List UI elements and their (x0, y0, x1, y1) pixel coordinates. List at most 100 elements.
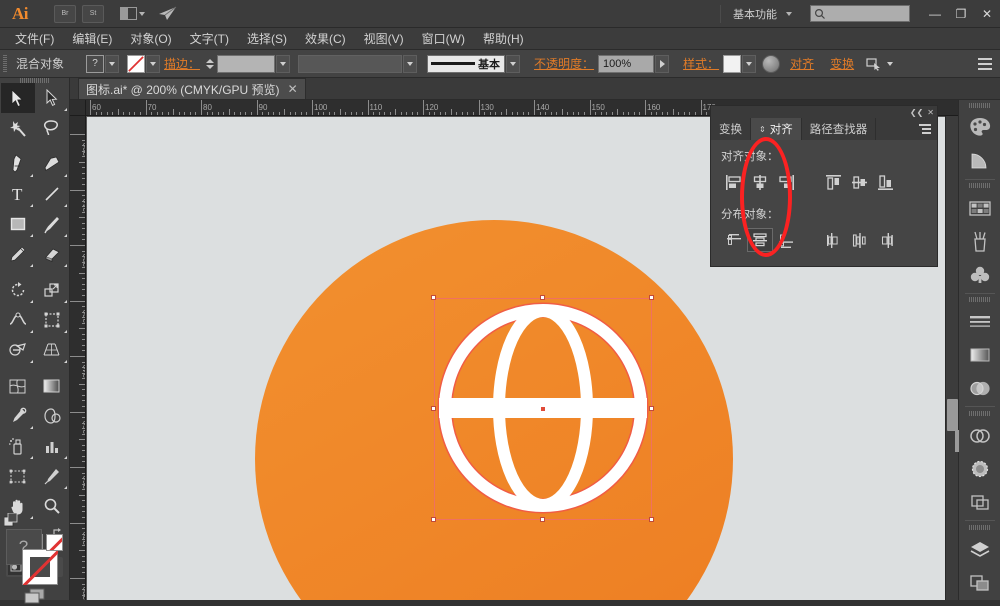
brushes-panel-icon[interactable] (963, 225, 997, 258)
default-fill-stroke-icon[interactable] (3, 512, 18, 527)
paintbrush-tool[interactable] (35, 209, 69, 239)
brush-definition-dropdown[interactable] (506, 54, 521, 73)
scale-tool[interactable] (35, 275, 69, 305)
graphic-style-dropdown[interactable] (742, 54, 757, 73)
selection-handle-tc[interactable] (540, 295, 545, 300)
distribute-bottom-button[interactable] (773, 228, 799, 252)
swatches-panel-icon[interactable] (963, 191, 997, 224)
arrange-documents-button[interactable] (117, 7, 147, 20)
curvature-tool[interactable] (35, 149, 69, 179)
dock-group-2-grip[interactable] (959, 181, 1000, 192)
dock-group-5-grip[interactable] (959, 522, 1000, 533)
magic-wand-tool[interactable] (1, 113, 35, 143)
stroke-weight-dropdown[interactable] (276, 54, 291, 73)
change-screen-mode-button[interactable] (22, 587, 48, 606)
opacity-label[interactable]: 不透明度： (530, 55, 598, 72)
behance-publish-button[interactable] (157, 4, 179, 24)
color-swatch-none[interactable] (46, 534, 63, 551)
recolor-artwork-button[interactable] (762, 54, 781, 73)
selection-handle-bc[interactable] (540, 517, 545, 522)
column-graph-tool[interactable] (35, 431, 69, 461)
tab-pathfinder[interactable]: 路径查找器 (802, 118, 877, 140)
color-guide-panel-icon[interactable] (963, 144, 997, 177)
menu-window[interactable]: 窗口(W) (413, 28, 474, 50)
align-vertical-center-button[interactable] (847, 170, 873, 194)
selection-handle-bl[interactable] (431, 517, 436, 522)
shape-tool-dropdown[interactable] (883, 55, 897, 73)
menu-file[interactable]: 文件(F) (6, 28, 63, 50)
selection-tool[interactable] (0, 83, 35, 113)
stroke-profile-dropdown[interactable] (403, 54, 418, 73)
opacity-field[interactable]: 100% (598, 54, 655, 73)
type-tool[interactable]: T (1, 179, 35, 209)
gradient-tool[interactable] (35, 371, 69, 401)
stroke-swatch-dropdown[interactable] (146, 54, 161, 73)
panel-close-icon[interactable]: ✕ (927, 108, 934, 117)
style-label[interactable]: 样式： (679, 55, 723, 72)
align-link[interactable]: 对齐 (786, 55, 818, 72)
menu-type[interactable]: 文字(T) (181, 28, 238, 50)
eraser-tool[interactable] (35, 239, 69, 269)
vertical-ruler[interactable]: 300 310 320 330 340 350 360 370 380 (70, 116, 86, 600)
zoom-tool[interactable] (35, 491, 69, 521)
blend-tool[interactable] (35, 401, 69, 431)
perspective-grid-tool[interactable] (35, 335, 69, 365)
graphic-style-swatch[interactable] (723, 54, 742, 73)
stroke-weight-field[interactable] (217, 54, 276, 73)
gradient-panel-icon[interactable] (963, 339, 997, 372)
layers-panel-icon[interactable] (963, 533, 997, 566)
align-bottom-edge-button[interactable] (873, 170, 899, 194)
align-top-edge-button[interactable] (821, 170, 847, 194)
bridge-button[interactable]: Br (54, 4, 76, 23)
symbols-panel-icon[interactable] (963, 258, 997, 291)
selection-handle-tr[interactable] (649, 295, 654, 300)
align-horizontal-center-button[interactable] (747, 170, 773, 194)
direct-selection-tool[interactable] (35, 83, 69, 113)
shape-tool-icon[interactable] (866, 57, 882, 71)
control-panel-menu-icon[interactable] (978, 57, 992, 70)
fill-swatch-dropdown[interactable] (105, 54, 120, 73)
slice-tool[interactable] (35, 461, 69, 491)
workspace-switcher[interactable]: 基本功能 (720, 4, 800, 23)
color-panel-icon[interactable] (963, 111, 997, 144)
dock-group-4-grip[interactable] (959, 408, 1000, 419)
artboards-panel-icon[interactable] (963, 567, 997, 600)
selection-handle-br[interactable] (649, 517, 654, 522)
selection-handle-ml[interactable] (431, 406, 436, 411)
dock-group-3-grip[interactable] (959, 295, 1000, 306)
restore-button[interactable]: ❐ (948, 0, 974, 28)
fill-swatch[interactable]: ? (86, 54, 105, 73)
canvas-vertical-scroll-thumb[interactable] (947, 399, 958, 431)
stroke-label[interactable]: 描边： (160, 55, 204, 72)
appearance-panel-icon[interactable] (963, 419, 997, 452)
align-right-edge-button[interactable] (773, 170, 799, 194)
pathfinder-panel-icon[interactable] (963, 486, 997, 519)
distribute-top-button[interactable] (721, 228, 747, 252)
menu-help[interactable]: 帮助(H) (474, 28, 533, 50)
dock-group-1-grip[interactable] (959, 100, 1000, 111)
opacity-dropdown[interactable] (655, 54, 670, 73)
transform-link[interactable]: 变换 (826, 55, 858, 72)
document-tab[interactable]: 图标.ai* @ 200% (CMYK/GPU 预览) ✕ (78, 78, 306, 99)
graphic-styles-panel-icon[interactable] (963, 453, 997, 486)
document-tab-close-icon[interactable]: ✕ (288, 82, 298, 96)
rotate-tool[interactable] (1, 275, 35, 305)
stroke-profile-field[interactable] (298, 54, 403, 73)
brush-definition-field[interactable]: 基本 (427, 54, 506, 73)
ruler-origin-corner[interactable] (70, 100, 86, 116)
mesh-tool[interactable] (1, 371, 35, 401)
canvas-vertical-scrollbar[interactable] (945, 116, 958, 600)
panel-collapse-icon[interactable]: ❮❮ (910, 108, 923, 117)
selection-handle-tl[interactable] (431, 295, 436, 300)
symbol-sprayer-tool[interactable] (1, 431, 35, 461)
menu-effect[interactable]: 效果(C) (296, 28, 355, 50)
distribute-horizontal-center-button[interactable] (847, 228, 873, 252)
align-left-edge-button[interactable] (721, 170, 747, 194)
tab-transform[interactable]: 变换 (711, 118, 751, 140)
transparency-panel-icon[interactable] (963, 372, 997, 405)
distribute-vertical-center-button[interactable] (747, 228, 773, 252)
shape-builder-tool[interactable] (1, 335, 35, 365)
distribute-left-button[interactable] (821, 228, 847, 252)
stroke-weight-stepper[interactable] (204, 55, 215, 73)
line-segment-tool[interactable] (35, 179, 69, 209)
